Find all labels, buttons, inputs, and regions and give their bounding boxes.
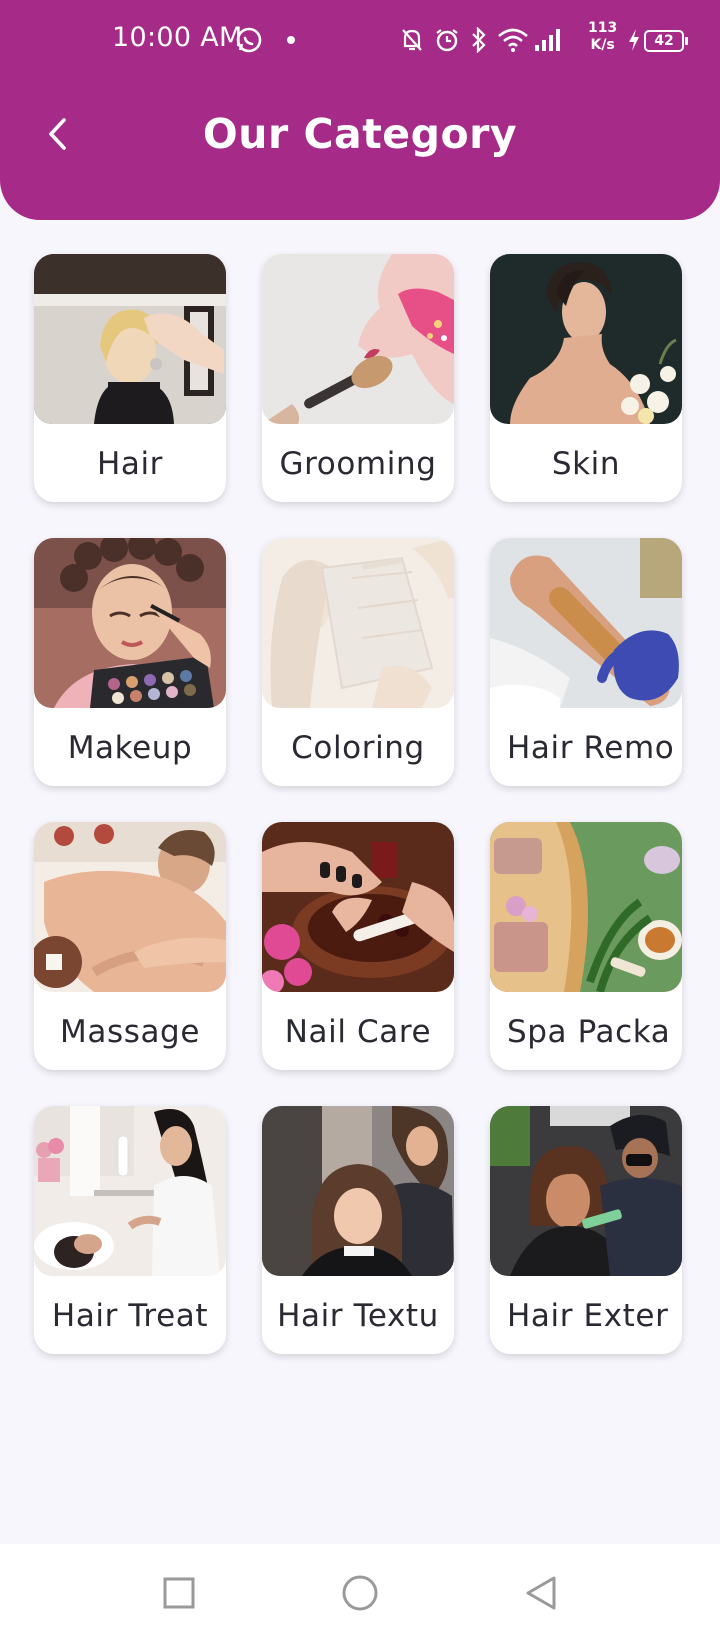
category-label: Spa Packa [507,1014,671,1050]
nav-back-button[interactable] [516,1570,566,1616]
category-image [262,1106,454,1276]
category-image [490,254,682,424]
square-icon [163,1577,195,1609]
category-card-hair-treatment[interactable]: Hair Treat [34,1106,226,1354]
category-card-spa-package[interactable]: Spa Packa [490,822,682,1070]
category-label: Hair Textu [277,1298,439,1334]
category-label: Nail Care [284,1014,432,1050]
category-card-hair[interactable]: Hair [34,254,226,502]
category-label: Hair Remo [507,730,675,766]
category-label: Makeup [67,730,193,766]
category-card-coloring[interactable]: Coloring [262,538,454,786]
category-label: Grooming [279,446,437,482]
circle-icon [342,1575,378,1611]
recents-button[interactable] [154,1570,204,1616]
category-card-hair-removal[interactable]: Hair Remo [490,538,682,786]
category-label: Coloring [291,730,425,766]
category-image [490,822,682,992]
category-label: Hair [96,446,164,482]
category-card-hair-extension[interactable]: Hair Exter [490,1106,682,1354]
category-image [490,538,682,708]
category-label: Hair Exter [507,1298,669,1334]
category-grid: Hair Grooming Skin Makeup Coloring Hair … [0,0,720,1500]
category-card-nail-care[interactable]: Nail Care [262,822,454,1070]
category-label: Massage [60,1014,200,1050]
category-image [262,538,454,708]
triangle-back-icon [526,1576,556,1610]
home-button[interactable] [335,1570,385,1616]
category-card-grooming[interactable]: Grooming [262,254,454,502]
category-card-skin[interactable]: Skin [490,254,682,502]
category-image [262,822,454,992]
category-image [490,1106,682,1276]
category-card-massage[interactable]: Massage [34,822,226,1070]
category-image [34,538,226,708]
category-image [34,254,226,424]
category-image [34,1106,226,1276]
category-image [262,254,454,424]
category-card-makeup[interactable]: Makeup [34,538,226,786]
category-label: Skin [551,446,621,482]
category-image [34,822,226,992]
category-label: Hair Treat [51,1298,209,1334]
system-nav-bar [0,1544,720,1640]
category-card-hair-texture[interactable]: Hair Textu [262,1106,454,1354]
